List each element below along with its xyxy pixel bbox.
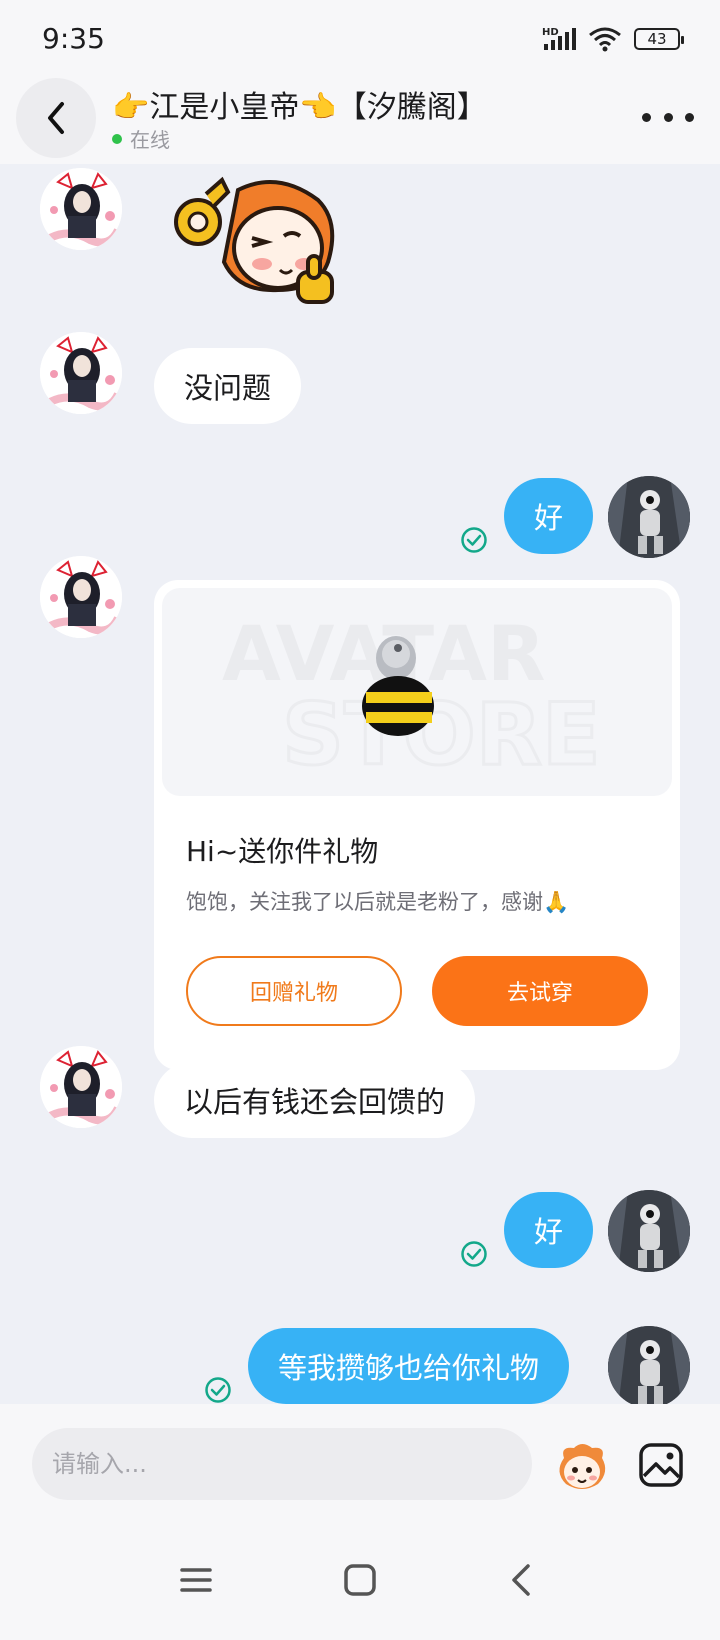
return-gift-button[interactable]: 回赠礼物 xyxy=(186,956,402,1026)
read-check-icon xyxy=(205,1377,231,1403)
read-check-icon xyxy=(461,1241,487,1267)
anime-girl-avatar-icon xyxy=(40,1046,122,1128)
avatar-store-watermark: AVATAR STORE xyxy=(222,609,602,787)
message-bubble-outgoing[interactable]: 好 xyxy=(504,478,594,554)
chevron-left-icon xyxy=(48,102,64,134)
anime-girl-avatar-icon xyxy=(40,556,122,638)
anime-girl-avatar-icon xyxy=(40,332,122,414)
signal-icon: HD xyxy=(542,27,576,50)
more-dot-icon xyxy=(642,112,651,122)
online-status-label: 在线 xyxy=(130,128,170,152)
watermark-line-2: STORE xyxy=(282,685,601,785)
message-bubble-incoming[interactable]: 没问题 xyxy=(154,348,302,424)
cartoon-okay-sticker-icon[interactable] xyxy=(168,172,348,312)
chat-header: 👉江是小皇帝👈【汐騰阁】 在线 xyxy=(0,76,720,164)
try-on-button[interactable]: 去试穿 xyxy=(432,956,648,1026)
message-bubble-outgoing[interactable]: 等我攒够也给你礼物 xyxy=(248,1328,570,1404)
online-status: 在线 xyxy=(112,124,170,153)
contact-avatar[interactable] xyxy=(40,556,122,638)
my-avatar[interactable] xyxy=(608,1326,690,1404)
gift-description: 饱饱，关注我了以后就是老粉了，感谢🙏 xyxy=(186,890,570,914)
sticker-emoji-icon[interactable] xyxy=(552,1440,612,1494)
mech-figure-avatar-icon xyxy=(608,1326,690,1404)
my-avatar[interactable] xyxy=(608,476,690,558)
more-dot-icon xyxy=(685,112,694,122)
status-icons: HD 43 xyxy=(542,26,684,52)
more-dot-icon xyxy=(663,112,673,122)
menu-icon[interactable] xyxy=(176,1560,216,1600)
wifi-icon xyxy=(589,27,621,52)
my-avatar[interactable] xyxy=(608,1190,690,1272)
battery-icon: 43 xyxy=(634,28,684,50)
online-dot-icon xyxy=(112,133,122,144)
chat-title: 👉江是小皇帝👈【汐騰阁】 xyxy=(112,90,487,125)
image-picker-icon[interactable] xyxy=(638,1442,684,1488)
system-navigation-bar xyxy=(0,1524,720,1640)
read-check-icon xyxy=(461,527,487,553)
more-options-button[interactable] xyxy=(642,102,694,132)
message-bubble-outgoing[interactable]: 好 xyxy=(504,1192,594,1268)
contact-avatar[interactable] xyxy=(40,168,122,250)
contact-avatar[interactable] xyxy=(40,1046,122,1128)
network-type-label: HD xyxy=(542,27,559,38)
back-nav-icon[interactable] xyxy=(502,1560,542,1600)
gift-title: Hi~送你件礼物 xyxy=(186,835,379,868)
home-icon[interactable] xyxy=(340,1560,380,1600)
gift-preview[interactable]: AVATAR STORE xyxy=(162,588,672,796)
contact-avatar[interactable] xyxy=(40,332,122,414)
status-bar: 9:35 HD 43 xyxy=(0,0,720,76)
status-time: 9:35 xyxy=(42,22,105,55)
message-list[interactable]: 没问题 好 STORE Hi~送你件礼物 饱饱，关注我了以后就是老粉了，感谢🙏 … xyxy=(0,164,720,1404)
composer-bar xyxy=(0,1404,720,1524)
anime-girl-avatar-icon xyxy=(40,168,122,250)
mech-figure-avatar-icon xyxy=(608,476,690,558)
message-input[interactable] xyxy=(32,1428,532,1500)
mech-figure-avatar-icon xyxy=(608,1190,690,1272)
message-bubble-incoming[interactable]: 以后有钱还会回馈的 xyxy=(154,1062,476,1138)
back-button[interactable] xyxy=(16,78,96,158)
gift-card[interactable]: AVATAR STORE Hi~送你件礼物 饱饱，关注我了以后就是老粉了，感谢🙏… xyxy=(154,580,680,1070)
